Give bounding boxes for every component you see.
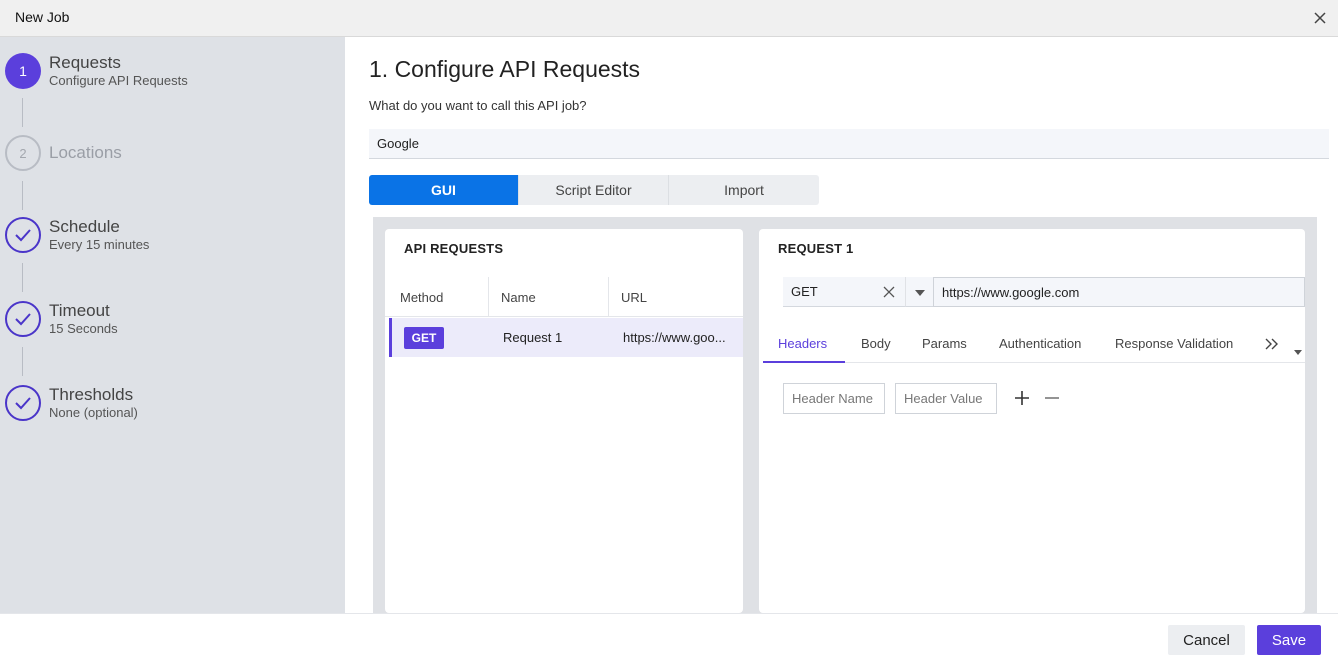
check-icon (5, 301, 41, 337)
clear-icon[interactable] (883, 285, 895, 303)
url-input[interactable] (933, 277, 1305, 307)
table-row[interactable]: GET Request 1 https://www.goo... (389, 318, 743, 357)
job-name-label: What do you want to call this API job? (369, 98, 587, 113)
method-value: GET (791, 284, 818, 299)
step-label: Timeout (49, 301, 110, 320)
mode-switcher: GUI Script Editor Import (369, 175, 819, 205)
check-icon (5, 217, 41, 253)
minus-icon[interactable] (1044, 390, 1060, 411)
double-chevron-right-icon[interactable] (1265, 337, 1279, 355)
tab-params[interactable]: Params (922, 336, 967, 351)
tab-authentication[interactable]: Authentication (999, 336, 1081, 351)
column-divider (488, 277, 489, 317)
tab-body[interactable]: Body (861, 336, 891, 351)
step-sidebar: 1 Requests Configure API Requests 2 Loca… (0, 37, 345, 613)
header-name-input[interactable] (783, 383, 885, 414)
page-title: 1. Configure API Requests (369, 56, 641, 82)
request-name-cell: Request 1 (503, 330, 563, 345)
step-connector (22, 181, 23, 210)
mode-import-button[interactable]: Import (669, 175, 819, 205)
caret-down-icon (915, 290, 925, 296)
main-content: 1. Configure API Requests What do you wa… (345, 37, 1338, 613)
title-bar: New Job (0, 0, 1338, 37)
column-header-name: Name (501, 290, 536, 305)
method-select[interactable]: GET (783, 277, 905, 307)
caret-down-icon[interactable] (1294, 342, 1302, 360)
column-divider (608, 277, 609, 317)
mode-script-editor-button[interactable]: Script Editor (519, 175, 669, 205)
step-sublabel: 15 Seconds (49, 321, 118, 336)
request-detail-card: REQUEST 1 GET Headers Body Params Authen… (759, 229, 1305, 613)
tab-headers[interactable]: Headers (778, 336, 827, 351)
step-connector (22, 263, 23, 292)
method-badge: GET (404, 327, 444, 349)
request-url-cell: https://www.goo... (623, 330, 726, 345)
request-detail-title: REQUEST 1 (778, 241, 854, 256)
request-tabs: Headers Body Params Authentication Respo… (763, 325, 1305, 363)
step-sublabel: None (optional) (49, 405, 138, 420)
step-number-badge: 2 (5, 135, 41, 171)
save-button[interactable]: Save (1257, 625, 1321, 655)
plus-icon[interactable] (1014, 390, 1030, 411)
header-value-input[interactable] (895, 383, 997, 414)
api-requests-card: API REQUESTS Method Name URL GET Request… (385, 229, 743, 613)
step-label: Thresholds (49, 385, 134, 404)
check-icon (5, 385, 41, 421)
step-number-badge: 1 (5, 53, 41, 89)
active-tab-indicator (763, 361, 845, 363)
job-name-input[interactable] (369, 129, 1329, 159)
window-title: New Job (15, 9, 70, 25)
method-dropdown-toggle[interactable] (905, 277, 933, 307)
step-sublabel: Configure API Requests (49, 73, 188, 88)
api-requests-title: API REQUESTS (404, 241, 504, 256)
close-icon[interactable] (1311, 9, 1329, 27)
step-label: Requests (49, 53, 121, 72)
step-sublabel: Every 15 minutes (49, 237, 150, 252)
step-connector (22, 347, 23, 376)
mode-gui-button[interactable]: GUI (369, 175, 519, 205)
cancel-button[interactable]: Cancel (1168, 625, 1245, 655)
column-header-method: Method (400, 290, 444, 305)
tab-response-validation[interactable]: Response Validation (1115, 336, 1233, 351)
column-header-url: URL (621, 290, 648, 305)
requests-table-header: Method Name URL (385, 277, 743, 317)
step-connector (22, 98, 23, 127)
dialog-footer: Cancel Save (0, 613, 1338, 660)
step-label: Locations (49, 143, 122, 162)
step-label: Schedule (49, 217, 120, 236)
